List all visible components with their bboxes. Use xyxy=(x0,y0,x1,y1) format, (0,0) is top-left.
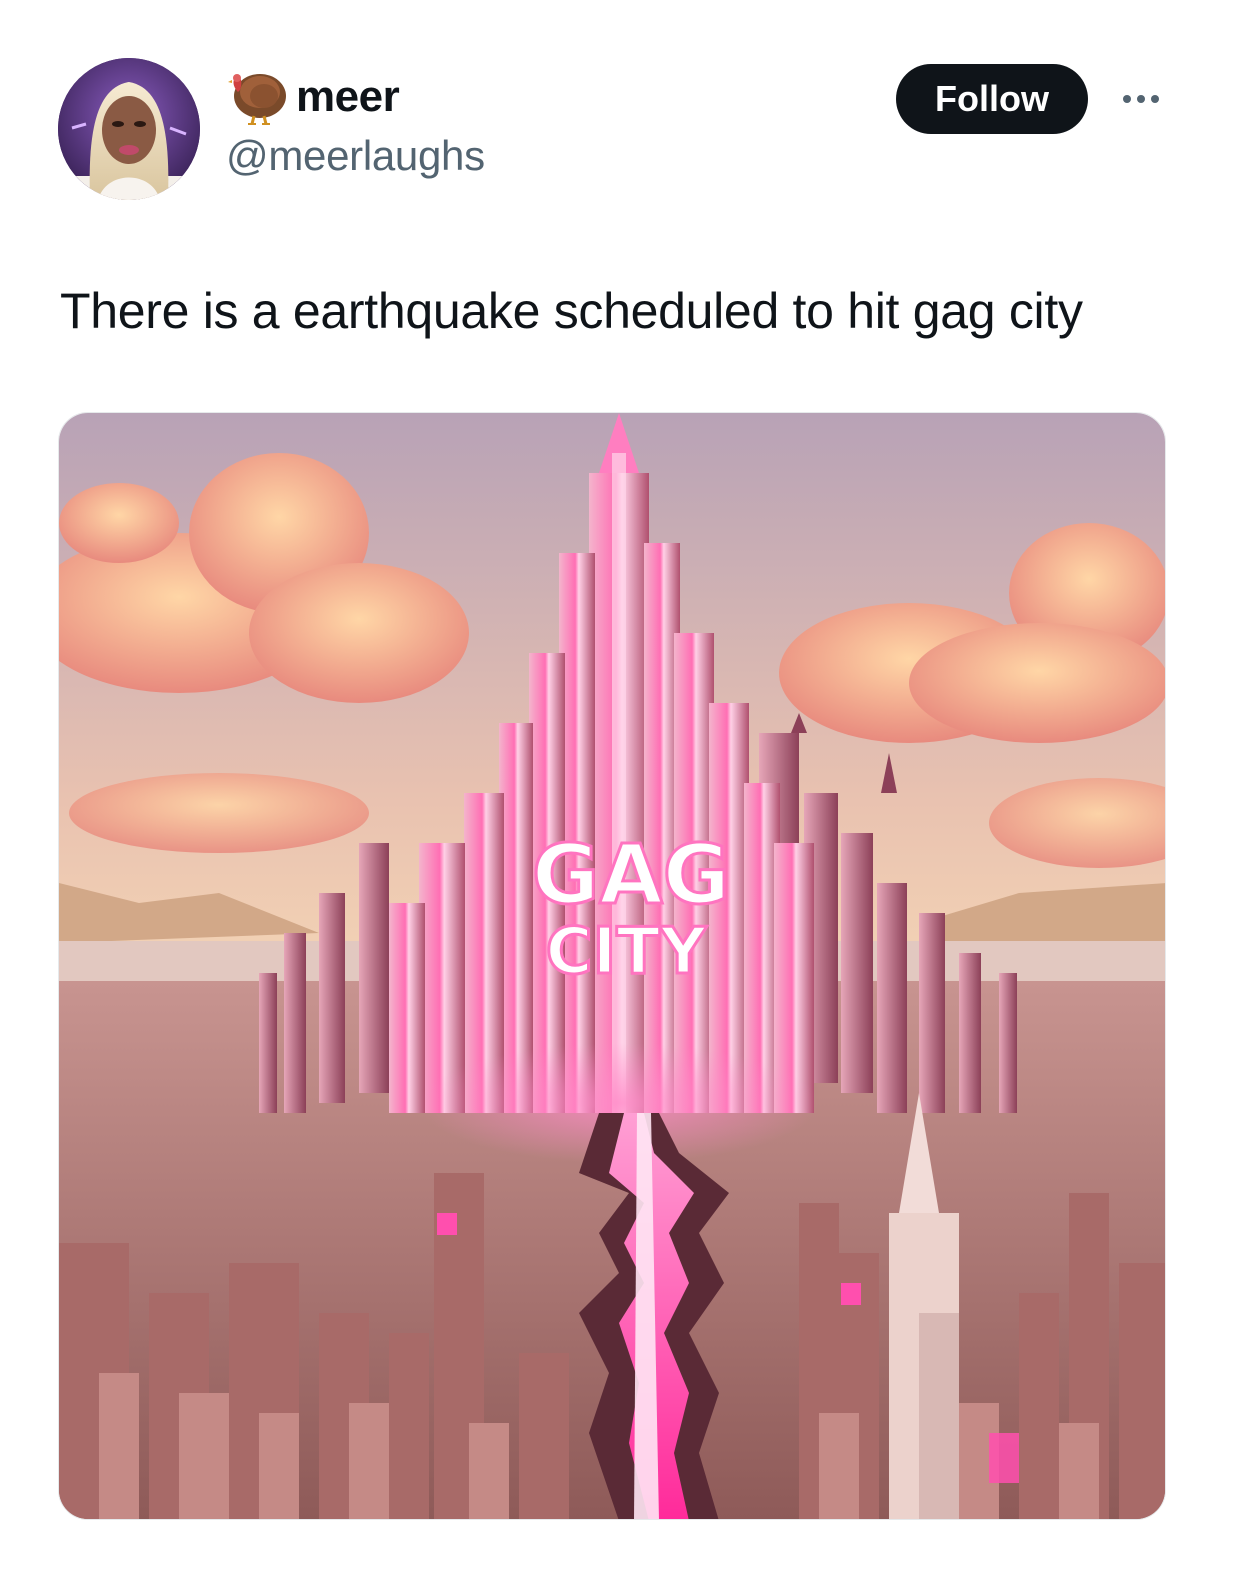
follow-button[interactable]: Follow xyxy=(896,64,1088,134)
gag-city-sign: GAG CITY xyxy=(530,827,731,991)
sign-line-2: CITY xyxy=(546,915,707,989)
dot xyxy=(1123,95,1131,103)
author-display-name[interactable]: meer xyxy=(296,72,400,122)
more-options-icon[interactable] xyxy=(1112,82,1170,116)
dot xyxy=(1137,95,1145,103)
author-handle[interactable]: @meerlaughs xyxy=(226,132,485,180)
tweet-text: There is a earthquake scheduled to hit g… xyxy=(60,283,1083,339)
tweet-card: meer @meerlaughs Follow There is a earth… xyxy=(0,0,1242,1591)
turkey-icon xyxy=(224,66,290,128)
author-name-row[interactable]: meer xyxy=(224,66,400,128)
avatar[interactable] xyxy=(58,58,200,200)
sign-line-1: GAG xyxy=(532,828,730,923)
tweet-media-image[interactable]: GAG CITY xyxy=(58,412,1166,1520)
dot xyxy=(1151,95,1159,103)
